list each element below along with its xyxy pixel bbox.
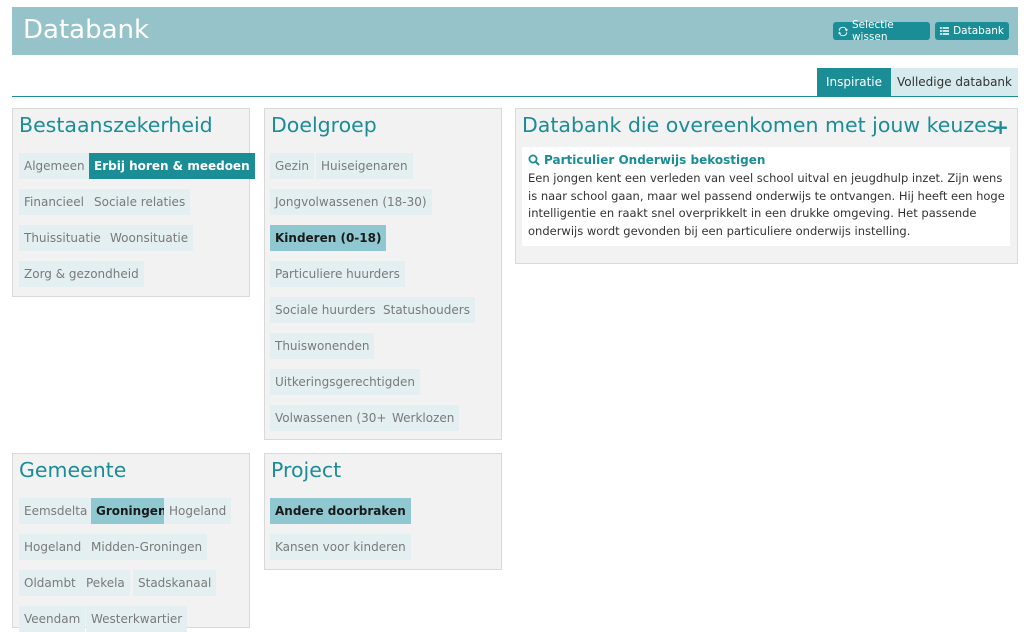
filter-tag[interactable]: Pekela [81,570,130,596]
filter-tag-selected[interactable]: Andere doorbraken [270,498,411,524]
panel-title: Project [271,458,342,482]
panel-title: Bestaanszekerheid [19,113,213,137]
result-title: Particulier Onderwijs bekostigen [544,153,766,167]
filter-tag[interactable]: Huiseigenaren [316,153,413,179]
filter-tag[interactable]: Gezin [270,153,314,179]
search-icon [528,154,540,166]
filter-tag[interactable]: Sociale huurders [270,297,381,323]
filter-tag[interactable]: Oldambt [19,570,81,596]
result-card: Particulier Onderwijs bekostigen Een jon… [522,147,1010,246]
filter-tag[interactable]: Volwassenen (30+) [270,405,397,431]
list-icon [940,27,950,35]
filter-tag-selected[interactable]: Groningen [91,498,172,524]
filter-tag[interactable]: Financieel [19,189,89,215]
filter-tag[interactable]: Eemsdelta [19,498,93,524]
clear-selection-button[interactable]: Selectie wissen [833,19,930,43]
panel-title: Gemeente [19,458,127,482]
filter-tag[interactable]: Midden-Groningen [86,534,208,560]
filter-tag[interactable]: Woonsituatie [105,225,194,251]
page-title: Databank [23,15,150,45]
filter-tag[interactable]: Sociale relaties [89,189,191,215]
tab-inspiratie[interactable]: Inspiratie [817,68,891,96]
refresh-icon [838,26,848,36]
filter-tag[interactable]: Stadskanaal [133,570,217,596]
filter-tag[interactable]: Hogeland [19,534,87,560]
results-title: Databank die overeenkomen met jouw keuze… [522,113,998,137]
filter-tag[interactable]: Uitkeringsgerechtigden [270,369,420,395]
panel-results: Databank die overeenkomen met jouw keuze… [515,108,1018,264]
filter-tag[interactable]: Werklozen [387,405,460,431]
result-link[interactable]: Particulier Onderwijs bekostigen [528,153,765,167]
filter-tag[interactable]: Hogeland [164,498,232,524]
clear-selection-label: Selectie wissen [851,19,894,43]
databank-button[interactable]: Databank [935,22,1009,40]
filter-tag[interactable]: Statushouders [378,297,475,323]
tab-volledige-databank[interactable]: Volledige databank [891,68,1018,96]
panel-doelgroep: Doelgroep Gezin Huiseigenaren Jongvolwas… [264,108,502,440]
filter-tag[interactable]: Thuissituatie [19,225,106,251]
tabs-divider [12,96,1018,97]
filter-tag[interactable]: Thuiswonenden [270,333,375,359]
app-header: Databank Selectie wissen Databank [12,7,1018,55]
filter-tag-selected[interactable]: Erbij horen & meedoen [89,153,255,179]
filter-tag[interactable]: Veendam [19,606,86,632]
filter-tag[interactable]: Algemeen [19,153,90,179]
panel-gemeente: Gemeente Eemsdelta Groningen Hogeland Ho… [12,453,250,632]
filter-tag[interactable]: Kansen voor kinderen [270,534,411,560]
panel-title: Doelgroep [271,113,377,137]
filter-tag[interactable]: Westerkwartier [86,606,188,632]
panel-bestaanszekerheid: Bestaanszekerheid Algemeen Erbij horen &… [12,108,255,297]
databank-button-label: Databank [953,25,1004,37]
filter-tag[interactable]: Jongvolwassenen (18-30) [270,189,432,215]
filter-tag[interactable]: Particuliere huurders [270,261,405,287]
panel-project: Project Andere doorbraken Kansen voor ki… [264,453,502,570]
filter-tag[interactable]: Zorg & gezondheid [19,261,144,287]
filter-tag-selected[interactable]: Kinderen (0-18) [270,225,387,251]
expand-plus-icon[interactable]: + [992,115,1009,139]
result-description: Een jongen kent een verleden van veel sc… [528,171,1005,238]
